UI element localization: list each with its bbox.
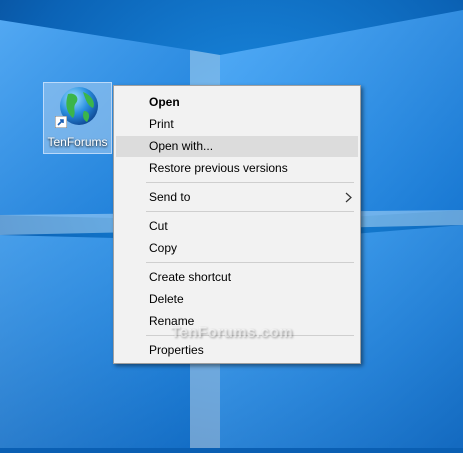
chevron-right-icon — [345, 192, 352, 203]
menu-item-label: Properties — [149, 343, 204, 357]
menu-item-send-to[interactable]: Send to — [116, 187, 358, 208]
menu-separator — [146, 262, 354, 263]
menu-item-label: Open — [149, 95, 180, 109]
menu-item-create-shortcut[interactable]: Create shortcut — [116, 267, 358, 288]
menu-item-print[interactable]: Print — [116, 114, 358, 135]
menu-item-open-with[interactable]: Open with... — [116, 136, 358, 157]
context-menu: Open Print Open with... Restore previous… — [113, 85, 361, 364]
menu-item-label: Print — [149, 117, 174, 131]
menu-item-label: Create shortcut — [149, 270, 232, 284]
desktop-shortcut[interactable]: TenForums — [43, 82, 112, 154]
shortcut-arrow-icon — [55, 116, 67, 128]
menu-item-open[interactable]: Open — [116, 92, 358, 113]
watermark: TenForums.com — [171, 324, 294, 341]
menu-separator — [146, 211, 354, 212]
menu-item-label: Open with... — [149, 139, 214, 153]
menu-item-label: Send to — [149, 190, 191, 204]
menu-item-label: Restore previous versions — [149, 161, 288, 175]
shortcut-label: TenForums — [47, 135, 108, 149]
menu-separator — [146, 182, 354, 183]
menu-item-label: Cut — [149, 219, 168, 233]
menu-item-restore-previous-versions[interactable]: Restore previous versions — [116, 158, 358, 179]
menu-item-delete[interactable]: Delete — [116, 289, 358, 310]
menu-item-properties[interactable]: Properties — [116, 340, 358, 361]
menu-item-copy[interactable]: Copy — [116, 238, 358, 259]
menu-item-label: Copy — [149, 241, 178, 255]
menu-item-cut[interactable]: Cut — [116, 216, 358, 237]
menu-item-label: Delete — [149, 292, 184, 306]
